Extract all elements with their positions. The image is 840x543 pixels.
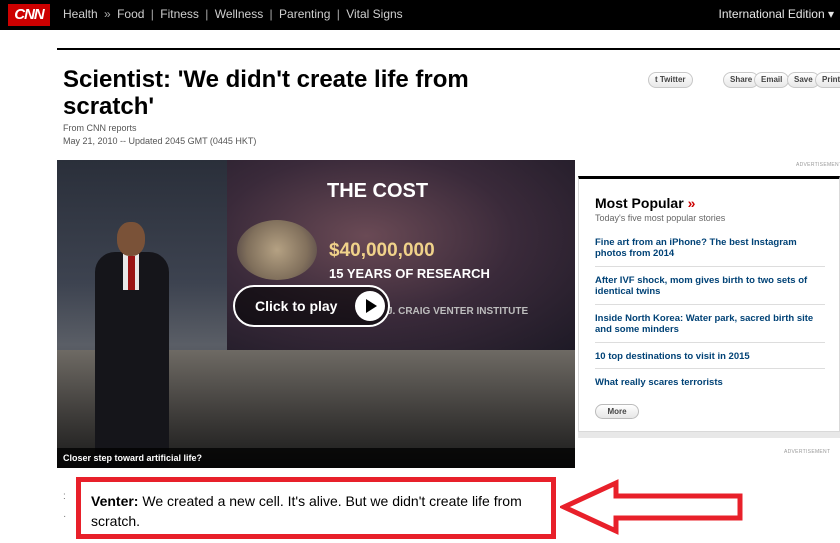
play-label: Click to play xyxy=(255,298,338,314)
popular-link-3[interactable]: Inside North Korea: Water park, sacred b… xyxy=(595,313,821,335)
popular-link-1[interactable]: Fine art from an iPhone? The best Instag… xyxy=(595,237,821,259)
article-date: May 21, 2010 -- Updated 2045 GMT (0445 H… xyxy=(63,136,257,146)
bullet-markers: : · xyxy=(63,491,67,522)
click-to-play-button[interactable]: Click to play xyxy=(233,285,390,327)
nav-parenting[interactable]: Parenting xyxy=(279,7,330,21)
most-popular-title[interactable]: Most Popular » xyxy=(595,195,695,211)
section-nav: Health » Food | Fitness | Wellness | Par… xyxy=(63,7,403,21)
more-button[interactable]: More xyxy=(595,404,639,419)
ad-label-bottom: ADVERTISEMENT xyxy=(784,449,831,455)
cnn-logo[interactable]: CNN xyxy=(8,4,50,26)
panel-bottom-bar xyxy=(578,432,840,438)
highlighted-quote-box: Venter: We created a new cell. It's aliv… xyxy=(76,477,556,539)
video-graphic-years: 15 YEARS OF RESEARCH xyxy=(329,266,490,281)
annotation-arrow-icon xyxy=(560,479,743,535)
nav-wellness[interactable]: Wellness xyxy=(215,7,263,21)
double-chevron-icon: » xyxy=(687,195,696,211)
nav-fitness[interactable]: Fitness xyxy=(160,7,199,21)
nav-health[interactable]: Health xyxy=(63,7,98,21)
email-button[interactable]: Email xyxy=(754,72,790,88)
edition-selector[interactable]: International Edition ▾ xyxy=(719,7,834,21)
article-headline: Scientist: 'We didn't create life from s… xyxy=(63,66,469,120)
popular-link-2[interactable]: After IVF shock, mom gives birth to two … xyxy=(595,275,821,297)
video-graphic-institute: J. CRAIG VENTER INSTITUTE xyxy=(387,306,529,317)
top-nav-bar: CNN Health » Food | Fitness | Wellness |… xyxy=(0,0,840,30)
popular-link-4[interactable]: 10 top destinations to visit in 2015 xyxy=(595,351,821,362)
news-anchor-figure xyxy=(87,222,177,468)
video-caption: Closer step toward artificial life? xyxy=(57,448,575,468)
quote-speaker: Venter: xyxy=(91,493,139,509)
video-player[interactable]: THE COST $40,000,000 15 YEARS OF RESEARC… xyxy=(57,160,575,468)
nav-vital-signs[interactable]: Vital Signs xyxy=(346,7,402,21)
print-button[interactable]: Print xyxy=(815,72,840,88)
header-rule xyxy=(57,48,840,50)
twitter-button[interactable]: t Twitter xyxy=(648,72,693,88)
ad-label-top: ADVERTISEMENT xyxy=(796,162,840,168)
most-popular-subtitle: Today's five most popular stories xyxy=(595,213,726,223)
venter-quote: Venter: We created a new cell. It's aliv… xyxy=(91,491,541,531)
edition-label: International Edition xyxy=(718,7,825,21)
quote-text: We created a new cell. It's alive. But w… xyxy=(91,493,522,529)
video-graphic-amount: $40,000,000 xyxy=(329,240,435,261)
popular-link-5[interactable]: What really scares terrorists xyxy=(595,377,821,388)
video-graphic-title: THE COST xyxy=(327,180,429,202)
most-popular-panel: Most Popular » Today's five most popular… xyxy=(578,176,840,432)
play-icon xyxy=(355,291,385,321)
nav-food[interactable]: Food xyxy=(117,7,144,21)
chevron-down-icon: ▾ xyxy=(827,7,834,21)
article-byline: From CNN reports xyxy=(63,123,137,133)
petri-dish-graphic xyxy=(237,220,317,280)
